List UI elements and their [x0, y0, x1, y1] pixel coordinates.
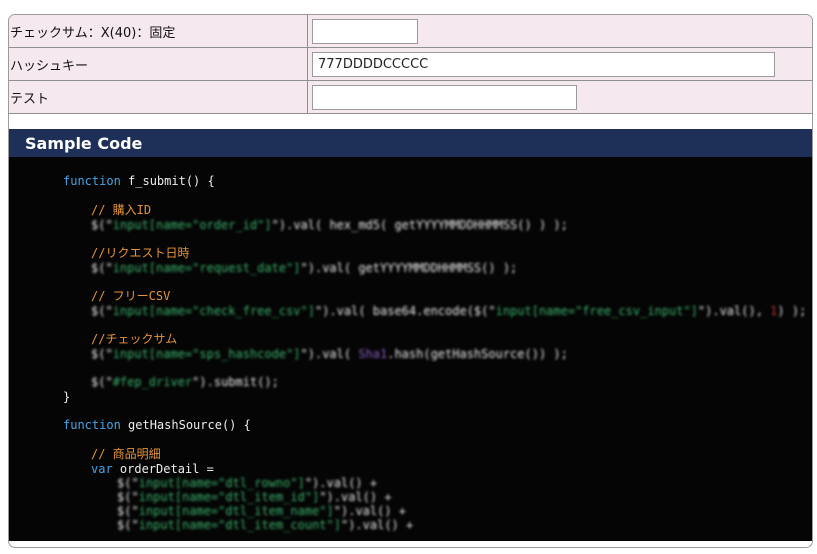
- code-line: $("input[name="order_id"]").val( hex_md5…: [91, 218, 568, 232]
- settings-form: チェックサム：X(40)：固定 ハッシュキー テスト: [9, 15, 812, 114]
- sample-code-title: Sample Code: [9, 129, 812, 157]
- code-line: function f_submit() {: [63, 174, 215, 188]
- code-line: }: [63, 390, 71, 404]
- hash-key-label: ハッシュキー: [9, 47, 308, 81]
- settings-panel: チェックサム：X(40)：固定 ハッシュキー テスト Sample Code f…: [8, 14, 813, 548]
- form-row-checksum: チェックサム：X(40)：固定: [9, 15, 812, 48]
- code-comment: //チェックサム: [91, 332, 178, 346]
- code-comment: // 商品明細: [91, 447, 161, 461]
- code-line: var orderDetail =: [91, 462, 214, 476]
- code-comment: // 購入ID: [91, 203, 152, 217]
- code-line: $("#fep_driver").submit();: [91, 375, 279, 389]
- code-comment: //リクエスト日時: [91, 246, 190, 260]
- test-label: テスト: [9, 80, 308, 114]
- code-line: $("input[name="dtl_rowno"]").val() +: [117, 476, 378, 490]
- spacer: [9, 114, 812, 129]
- sample-code-block: function f_submit() { // 購入ID $("input[n…: [9, 157, 812, 541]
- code-line: function getHashSource() {: [63, 418, 251, 432]
- checksum-input[interactable]: [312, 18, 418, 44]
- code-line: $("input[name="check_free_csv"]").val( b…: [91, 304, 807, 318]
- test-input[interactable]: [312, 84, 577, 110]
- code-line: $("input[name="dtl_item_count"]").val() …: [117, 518, 414, 532]
- form-row-hash-key: ハッシュキー: [9, 47, 812, 81]
- hash-key-input[interactable]: [312, 51, 775, 77]
- code-line: $("input[name="dtl_item_id"]").val() +: [117, 490, 392, 504]
- code-line: $("input[name="request_date"]").val( get…: [91, 261, 518, 275]
- form-row-test: テスト: [9, 80, 812, 114]
- checksum-label: チェックサム：X(40)：固定: [9, 15, 308, 48]
- code-line: $("input[name="sps_hashcode"]").val( Sha…: [91, 347, 568, 361]
- code-line: $("input[name="dtl_item_name"]").val() +: [117, 504, 407, 518]
- code-comment: // フリーCSV: [91, 289, 171, 303]
